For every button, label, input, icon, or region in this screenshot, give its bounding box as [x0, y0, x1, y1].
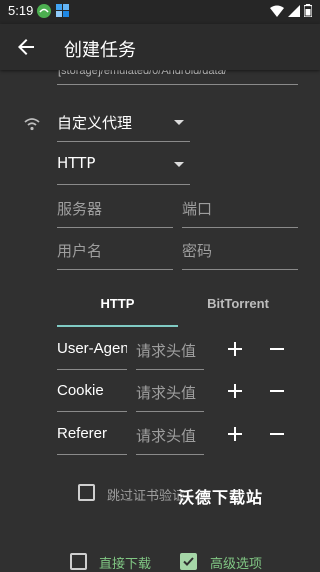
server-placeholder: 服务器 [57, 200, 103, 218]
app-grid-icon [56, 4, 69, 23]
check-icon [183, 557, 194, 566]
header-name-underline [57, 369, 127, 370]
status-time: 5:19 [8, 3, 34, 18]
arrow-back-icon[interactable] [14, 35, 38, 59]
wifi-icon [24, 116, 40, 131]
header-name-input[interactable]: Cookie [57, 382, 127, 404]
proxy-type-underline [57, 141, 190, 142]
remove-header-icon[interactable] [267, 339, 287, 359]
battery-icon [303, 4, 313, 22]
password-input[interactable]: 密码 [182, 240, 298, 264]
save-path-underline [57, 84, 298, 85]
proxy-protocol-underline [57, 184, 190, 185]
password-placeholder: 密码 [182, 242, 213, 260]
skip-cert-label: 跳过证书验证 [107, 489, 186, 504]
header-value-underline [136, 411, 204, 412]
proxy-protocol-value: HTTP [57, 154, 96, 172]
tab-indicator [57, 325, 178, 327]
header-value-underline [136, 454, 204, 455]
username-placeholder: 用户名 [57, 242, 103, 260]
server-underline [57, 227, 173, 228]
port-placeholder: 端口 [182, 200, 213, 218]
signal-icon [288, 4, 300, 22]
server-input[interactable]: 服务器 [57, 198, 173, 222]
advanced-options-checkbox[interactable] [180, 553, 197, 570]
username-underline [57, 269, 173, 270]
port-input[interactable]: 端口 [182, 198, 298, 222]
android-notification-icon [37, 4, 51, 23]
page-title: 创建任务 [64, 40, 136, 61]
proxy-protocol-dropdown[interactable]: HTTP [57, 154, 190, 180]
header-value-input[interactable]: 请求头值 [136, 425, 206, 447]
password-underline [182, 269, 298, 270]
add-header-icon[interactable] [225, 424, 245, 444]
header-value-underline [136, 369, 204, 370]
proxy-type-dropdown[interactable]: 自定义代理 [57, 112, 190, 138]
header-value-input[interactable]: 请求头值 [136, 382, 206, 404]
tab-bittorrent[interactable]: BitTorrent [178, 296, 298, 326]
header-name-underline [57, 454, 127, 455]
username-input[interactable]: 用户名 [57, 240, 173, 264]
chevron-down-icon [174, 120, 184, 125]
watermark: 沃德下载站 [178, 488, 264, 507]
status-bar: 5:19 [0, 0, 320, 24]
header-name-underline [57, 411, 127, 412]
header-value-input[interactable]: 请求头值 [136, 340, 206, 362]
chevron-down-icon [174, 162, 184, 167]
direct-download-label: 直接下载 [99, 557, 152, 572]
direct-download-checkbox[interactable] [70, 553, 87, 570]
remove-header-icon[interactable] [267, 381, 287, 401]
header-name-input[interactable]: Referer [57, 425, 127, 447]
add-header-icon[interactable] [225, 339, 245, 359]
remove-header-icon[interactable] [267, 424, 287, 444]
advanced-options-label: 高级选项 [210, 557, 263, 572]
skip-cert-checkbox[interactable] [78, 484, 95, 501]
app-bar: 创建任务 [0, 24, 320, 70]
port-underline [182, 227, 298, 228]
proxy-type-value: 自定义代理 [57, 114, 133, 132]
header-name-input[interactable]: User-Agent [57, 340, 127, 362]
add-header-icon[interactable] [225, 381, 245, 401]
tab-http[interactable]: HTTP [57, 296, 178, 326]
wifi-status-icon [270, 4, 284, 22]
